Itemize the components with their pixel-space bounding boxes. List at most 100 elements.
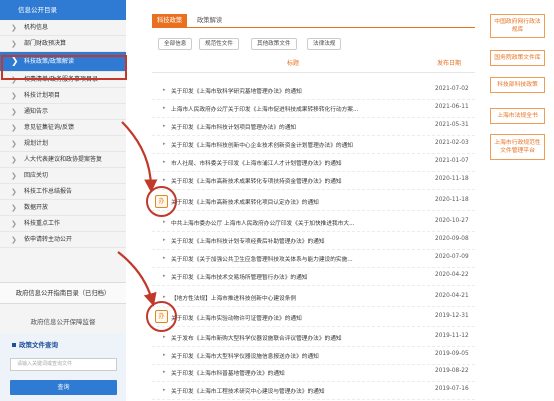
chevron-right-icon: ❯ [11, 57, 19, 67]
bullet-icon: ▸ [163, 334, 166, 340]
sidebar-item-label: 意见征集征询/反馈 [24, 124, 75, 131]
list-item[interactable]: ▸ 市人社局、市科委关于印发《上海市浦江人才计划管理办法》的通知 2021-01-0… [152, 152, 475, 172]
list-item-title[interactable]: 关于印发《上海市科技创新中心企业技术创新资金计划管理办法》的通知 [171, 140, 426, 149]
list-item-date: 2020-11-18 [435, 197, 469, 203]
tab-policy-interpretation[interactable]: 政策解读 [192, 14, 227, 27]
list-item-title[interactable]: 关于发布《上海市新购大型科学仪器设施联合评议管理办法》的通知 [171, 333, 426, 342]
sidebar-item-label: 科技计划项目 [24, 92, 61, 99]
link-state-council-policy-library[interactable]: 国务院政策文件库 [490, 50, 545, 67]
link-state-council-regulations[interactable]: 中国政府网行政法规库 [490, 14, 545, 39]
bullet-icon: ▸ [163, 87, 166, 93]
sidebar-item-responsibility-list[interactable]: ❯ 权责清单/政务服务事项目录 [0, 72, 126, 88]
sidebar-item-label: 回应关切 [24, 172, 49, 179]
sidebar-item-budget[interactable]: ❯ 部门财政预决算 [0, 36, 126, 52]
sidebar-item-reports[interactable]: ❯ 科技工作总结报告 [0, 184, 126, 200]
guide-archive-link[interactable]: 政府信息公开指南目录（已归档） [0, 282, 126, 304]
list-item-date: 2020-11-18 [435, 176, 469, 182]
list-item-title[interactable]: 关于印发《上海市技术交易场所管理暂行办法》的通知 [171, 272, 426, 281]
bullet-icon: ▸ [163, 177, 166, 183]
link-normative-documents-platform[interactable]: 上海市行政规范性文件管理平台 [490, 134, 545, 161]
list-item[interactable]: ▸ 上海市人民政府办公厅关于印发《上海市促进科技成果转移转化行动方案... 2021… [152, 98, 475, 118]
badge-icon: 办 [155, 310, 168, 323]
list-item-title[interactable]: 【地方性法规】上海市推进科技创新中心建设条例 [171, 293, 426, 302]
list-item-title[interactable]: 关于印发《上海市科普基地管理办法》的通知 [171, 368, 426, 377]
sidebar-item-responses[interactable]: ❯ 回应关切 [0, 168, 126, 184]
sidebar-item-key-work[interactable]: ❯ 科技重点工作 [0, 216, 126, 232]
query-title: 政策文件查询 [12, 339, 58, 349]
chevron-right-icon: ❯ [11, 156, 17, 164]
bullet-icon: ▸ [163, 237, 166, 243]
list-item-title[interactable]: 关于印发《上海市科技计划项目管理办法》的通知 [171, 122, 426, 131]
sidebar-item-feedback[interactable]: ❯ 意见征集征询/反馈 [0, 120, 126, 136]
list-item[interactable]: ▸ 关于印发《上海市科技计划项目管理办法》的通知 2021-05-31 [152, 116, 475, 136]
bullet-icon: ▸ [163, 294, 166, 300]
list-item-title[interactable]: 市人社局、市科委关于印发《上海市浦江人才计划管理办法》的通知 [171, 158, 426, 167]
bullet-icon: ▸ [163, 219, 166, 225]
sidebar-item-label: 科技政策/政策解读 [24, 58, 75, 65]
list-item[interactable]: ▸ 【地方性法规】上海市推进科技创新中心建设条例 2020-04-21 [152, 287, 475, 307]
list-item[interactable]: ▸ 关于印发《上海市高新技术成果转化专项扶持资金管理办法》的通知 2020-11-1… [152, 170, 475, 190]
sidebar-item-notices[interactable]: ❯ 通知告示 [0, 104, 126, 120]
column-title: 标题 [287, 60, 300, 67]
search-button[interactable]: 查询 [10, 380, 117, 395]
list-item-title[interactable]: 关于印发《上海市软科学研究基地管理办法》的通知 [171, 86, 426, 95]
sidebar-item-policy[interactable]: ❯ 科技政策/政策解读 [0, 52, 126, 72]
list-item[interactable]: ▸ 关于印发《关于加强公共卫生应急管理科技攻关体系与能力建设的实施... 2020-… [152, 248, 475, 268]
list-item[interactable]: ▸ 关于印发《上海市技术交易场所管理暂行办法》的通知 2020-04-22 [152, 266, 475, 286]
chevron-right-icon: ❯ [11, 172, 17, 180]
list-item[interactable]: ▸ 关于印发《上海市科技计划专项经费后补助管理办法》的通知 2020-09-08 [152, 230, 475, 250]
sidebar-item-on-request[interactable]: ❯ 依申请转主动公开 [0, 232, 126, 248]
list-item-title[interactable]: 关于印发《上海市工程技术研究中心建设与管理办法》的通知 [171, 386, 426, 395]
sidebar-item-projects[interactable]: ❯ 科技计划项目 [0, 88, 126, 104]
sidebar-item-proposals[interactable]: ❯ 人大代表建议和政协提案答复 [0, 152, 126, 168]
list-item-date: 2020-04-21 [435, 293, 469, 299]
list-item-title[interactable]: 关于印发《上海市实验动物许可证管理办法》的通知 [171, 313, 426, 322]
list-item-date: 2020-10-27 [435, 218, 469, 224]
sidebar: 信息公开目录 ❯ 机构信息 ❯ 部门财政预决算 ❯ 科技政策/政策解读 ❯ 权责清单/政… [0, 0, 127, 401]
filter-all[interactable]: 全部信息 [158, 38, 193, 50]
list-item[interactable]: 关于印发《上海市实验动物许可证管理办法》的通知 2019-12-31 [152, 307, 475, 327]
filter-laws[interactable]: 法律法规 [307, 38, 342, 50]
list-item[interactable]: ▸ 关于印发《上海市科技创新中心企业技术创新资金计划管理办法》的通知 2021-02… [152, 134, 475, 154]
supervise-heading[interactable]: 政府信息公开保障监督 [0, 316, 126, 326]
list-item[interactable]: ▸ 关于印发《上海市软科学研究基地管理办法》的通知 2021-07-02 [152, 80, 475, 100]
list-item-date: 2019-09-05 [435, 351, 469, 357]
filter-other-policy[interactable]: 其他政策文件 [251, 38, 297, 50]
sidebar-item-label: 规划计划 [24, 140, 49, 147]
list-item[interactable]: ▸ 关于印发《上海市工程技术研究中心建设与管理办法》的通知 2019-07-16 [152, 380, 475, 400]
tab-science-policy[interactable]: 科技政策 [152, 14, 188, 27]
list-item[interactable]: 关于印发《上海市高新技术成果转化项目认定办法》的通知 2020-11-18 [152, 191, 475, 211]
list-item-title[interactable]: 关于印发《上海市大型科学仪器设施信息报送办法》的通知 [171, 351, 426, 360]
bullet-icon: ▸ [163, 352, 166, 358]
link-most-science-policy[interactable]: 科技部科技政策 [490, 77, 545, 94]
sidebar-item-label: 权责清单/政务服务事项目录 [24, 76, 99, 83]
sidebar-item-plans[interactable]: ❯ 规划计划 [0, 136, 126, 152]
list-item-title[interactable]: 关于印发《上海市高新技术成果转化专项扶持资金管理办法》的通知 [171, 176, 426, 185]
link-shanghai-regulations[interactable]: 上海市法规全书 [490, 108, 545, 125]
sidebar-item-open-data[interactable]: ❯ 数据开放 [0, 200, 126, 216]
list-item-date: 2020-09-08 [435, 236, 469, 242]
query-title-text: 政策文件查询 [19, 341, 58, 349]
bullet-icon: ▸ [163, 369, 166, 375]
sidebar-item-label: 依申请转主动公开 [24, 236, 73, 243]
list-item[interactable]: ▸ 中共上海市委办公厅 上海市人民政府办公厅印发《关于加快推进我市大... 2020… [152, 212, 475, 232]
search-input[interactable]: 请输入关键词或查询文件 [10, 358, 117, 371]
list-item-title[interactable]: 关于印发《上海市高新技术成果转化项目认定办法》的通知 [171, 197, 426, 206]
list-item-title[interactable]: 上海市人民政府办公厅关于印发《上海市促进科技成果转移转化行动方案... [171, 104, 426, 113]
chevron-right-icon: ❯ [11, 108, 17, 116]
list-item-title[interactable]: 关于印发《关于加强公共卫生应急管理科技攻关体系与能力建设的实施... [171, 254, 426, 263]
sidebar-header: 信息公开目录 [0, 0, 126, 20]
sidebar-item-label: 科技工作总结报告 [24, 188, 73, 195]
list-item-title[interactable]: 关于印发《上海市科技计划专项经费后补助管理办法》的通知 [171, 236, 426, 245]
filter-normative[interactable]: 规范性文件 [199, 38, 239, 50]
chevron-right-icon: ❯ [11, 76, 17, 84]
chevron-right-icon: ❯ [11, 24, 17, 32]
list-item-title[interactable]: 中共上海市委办公厅 上海市人民政府办公厅印发《关于加快推进我市大... [171, 218, 426, 227]
sidebar-item-institution[interactable]: ❯ 机构信息 [0, 20, 126, 36]
list-item[interactable]: ▸ 关于印发《上海市科普基地管理办法》的通知 2019-08-22 [152, 362, 475, 382]
bullet-icon: ▸ [163, 255, 166, 261]
list-item-date: 2021-01-07 [435, 158, 469, 164]
list-item-date: 2020-07-09 [435, 254, 469, 260]
list-item-date: 2019-07-16 [435, 386, 469, 392]
list-item[interactable]: ▸ 关于发布《上海市新购大型科学仪器设施联合评议管理办法》的通知 2019-11-1… [152, 327, 475, 347]
